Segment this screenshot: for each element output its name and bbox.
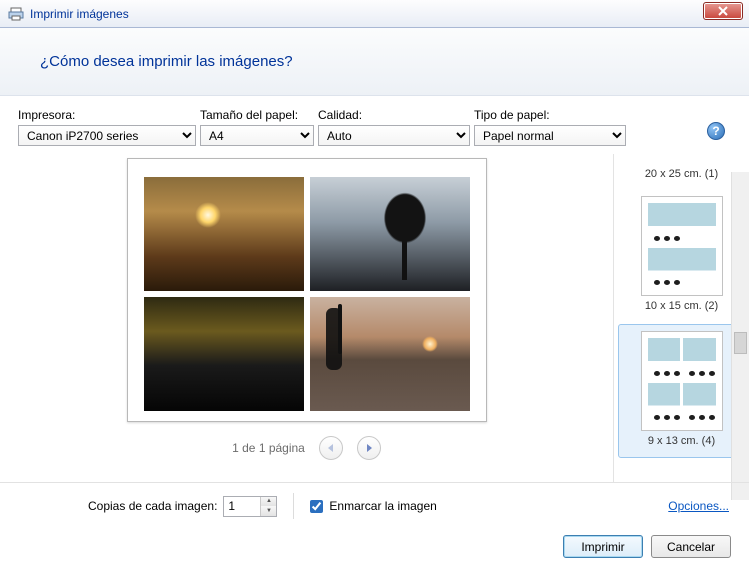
pager-text: 1 de 1 página [232, 441, 305, 455]
layout-thumb-10x15 [641, 196, 723, 296]
printer-select[interactable]: Canon iP2700 series [18, 125, 196, 146]
layout-thumb-9x13 [641, 331, 723, 431]
print-controls-row: Impresora: Canon iP2700 series Tamaño de… [0, 96, 749, 154]
close-button[interactable] [703, 2, 743, 20]
copies-down-button[interactable]: ▼ [261, 506, 276, 516]
layout-option-9x13[interactable]: 9 x 13 cm. (4) [618, 324, 745, 458]
paper-type-label: Tipo de papel: [474, 108, 626, 122]
layouts-column: 20 x 25 cm. (1) 10 x 15 cm. (2) 9 x 13 c… [613, 154, 749, 482]
scrollbar-thumb[interactable] [734, 332, 747, 354]
quality-label: Calidad: [318, 108, 470, 122]
printer-icon [8, 6, 24, 22]
pager-row: 1 de 1 página [232, 436, 381, 460]
preview-image-1 [144, 177, 304, 291]
frame-checkbox-wrap: Enmarcar la imagen [310, 499, 436, 513]
dialog-buttons-row: Imprimir Cancelar [0, 525, 749, 572]
layouts-scrollbar[interactable] [731, 172, 749, 500]
preview-page [127, 158, 487, 422]
cancel-button[interactable]: Cancelar [651, 535, 731, 558]
title-bar: Imprimir imágenes [0, 0, 749, 28]
printer-label: Impresora: [18, 108, 196, 122]
preview-image-2 [310, 177, 470, 291]
layout-option-cutoff[interactable]: 20 x 25 cm. (1) [614, 154, 749, 190]
header-band: ¿Cómo desea imprimir las imágenes? [0, 28, 749, 96]
copies-input[interactable] [224, 497, 260, 516]
prev-page-button[interactable] [319, 436, 343, 460]
main-area: 1 de 1 página 20 x 25 cm. (1) 10 x 15 cm… [0, 154, 749, 482]
separator [293, 493, 294, 519]
preview-column: 1 de 1 página [0, 154, 613, 482]
frame-checkbox[interactable] [310, 500, 323, 513]
quality-select[interactable]: Auto [318, 125, 470, 146]
layout-option-10x15[interactable]: 10 x 15 cm. (2) [614, 190, 749, 322]
header-question: ¿Cómo desea imprimir las imágenes? [40, 53, 293, 70]
layout-label-10x15: 10 x 15 cm. (2) [618, 300, 745, 312]
paper-type-select[interactable]: Papel normal [474, 125, 626, 146]
print-button[interactable]: Imprimir [563, 535, 643, 558]
next-page-button[interactable] [357, 436, 381, 460]
layout-label-cutoff: 20 x 25 cm. (1) [618, 168, 745, 180]
paper-size-select[interactable]: A4 [200, 125, 314, 146]
copies-up-button[interactable]: ▲ [261, 497, 276, 507]
bottom-options-row: Copias de cada imagen: ▲ ▼ Enmarcar la i… [0, 482, 749, 525]
frame-checkbox-label: Enmarcar la imagen [329, 499, 436, 513]
layout-label-9x13: 9 x 13 cm. (4) [623, 435, 740, 447]
preview-image-4 [310, 297, 470, 411]
paper-size-label: Tamaño del papel: [200, 108, 314, 122]
copies-label: Copias de cada imagen: [88, 499, 217, 513]
copies-spinner: ▲ ▼ [223, 496, 277, 517]
options-link[interactable]: Opciones... [668, 499, 729, 513]
help-icon[interactable]: ? [707, 122, 725, 140]
window-title: Imprimir imágenes [30, 7, 129, 21]
preview-image-3 [144, 297, 304, 411]
